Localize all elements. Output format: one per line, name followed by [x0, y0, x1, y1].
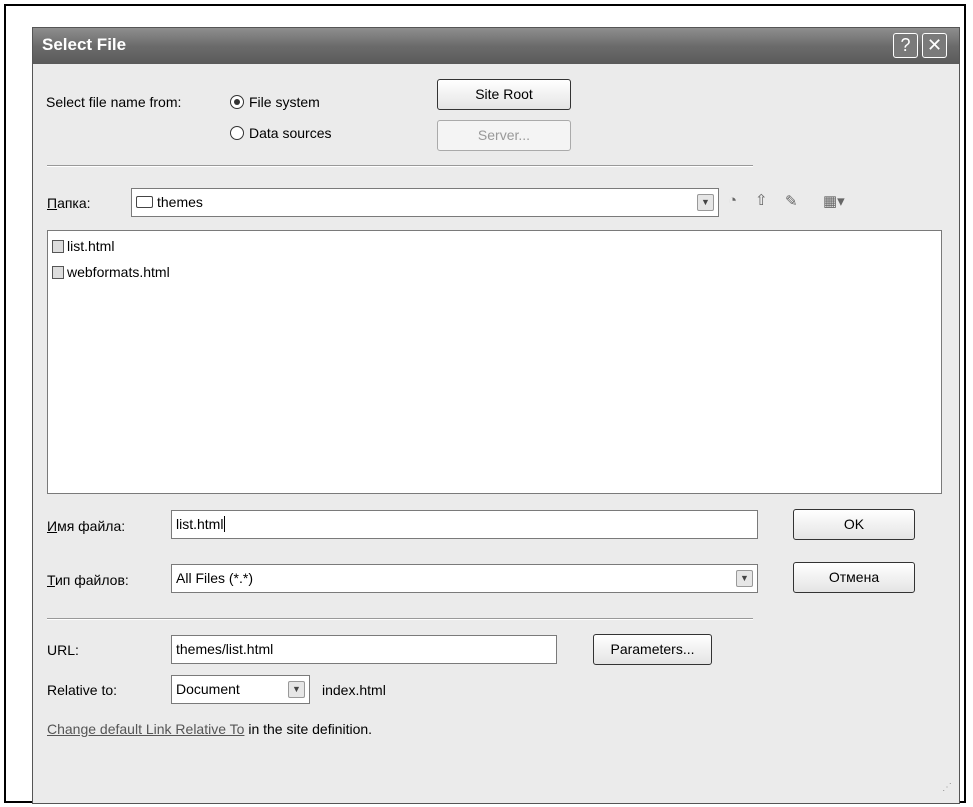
separator-top [47, 165, 753, 167]
file-system-label[interactable]: File system [249, 94, 320, 110]
filetype-dropdown-arrow-icon[interactable]: ▼ [736, 570, 753, 587]
relative-dropdown-arrow-icon[interactable]: ▼ [288, 681, 305, 698]
folder-value: themes [157, 194, 203, 210]
select-file-dialog: Select File ? ✕ Select file name from: F… [32, 27, 960, 804]
url-label: URL: [47, 642, 79, 658]
parameters-button[interactable]: Parameters... [593, 634, 712, 665]
file-list[interactable]: list.html webformats.html [47, 230, 942, 494]
new-folder-icon[interactable]: ✎ [785, 192, 798, 210]
relative-to-label: Relative to: [47, 682, 118, 698]
change-default-link[interactable]: Change default Link Relative To [47, 721, 244, 737]
dialog-title: Select File [42, 35, 127, 54]
list-item[interactable]: list.html [52, 238, 114, 254]
filetype-select[interactable]: All Files (*.*) [171, 564, 758, 593]
close-button[interactable]: ✕ [922, 33, 947, 58]
file-system-radio[interactable] [230, 95, 244, 109]
select-from-label: Select file name from: [46, 94, 182, 110]
filename-input[interactable]: list.html [171, 510, 758, 539]
relative-file-text: index.html [322, 682, 386, 698]
filename-label: Имя файла: [47, 518, 126, 534]
data-sources-label[interactable]: Data sources [249, 125, 331, 141]
site-root-button[interactable]: Site Root [437, 79, 571, 110]
list-item[interactable]: webformats.html [52, 264, 170, 280]
separator-bottom [47, 618, 753, 620]
footer-text: Change default Link Relative To in the s… [47, 721, 373, 737]
up-folder-icon[interactable]: ⇧ [755, 191, 768, 209]
folder-dropdown-arrow-icon[interactable]: ▼ [697, 194, 714, 211]
html-file-icon [52, 240, 64, 253]
folder-label: Папка: [47, 195, 91, 211]
ok-button[interactable]: OK [793, 509, 915, 540]
title-bar: Select File ? ✕ [33, 28, 959, 64]
cancel-button[interactable]: Отмена [793, 562, 915, 593]
html-file-icon [52, 266, 64, 279]
help-button[interactable]: ? [893, 33, 918, 58]
data-sources-radio[interactable] [230, 126, 244, 140]
filetype-label: Тип файлов: [47, 572, 129, 588]
server-button: Server... [437, 120, 571, 151]
view-menu-icon[interactable]: ▦▾ [823, 192, 845, 210]
folder-icon [136, 196, 153, 208]
back-icon[interactable]: ◔ [728, 192, 737, 209]
resize-grip-icon[interactable]: ⋰ [942, 782, 952, 793]
folder-select[interactable]: themes [131, 188, 719, 217]
url-input[interactable]: themes/list.html [171, 635, 557, 664]
